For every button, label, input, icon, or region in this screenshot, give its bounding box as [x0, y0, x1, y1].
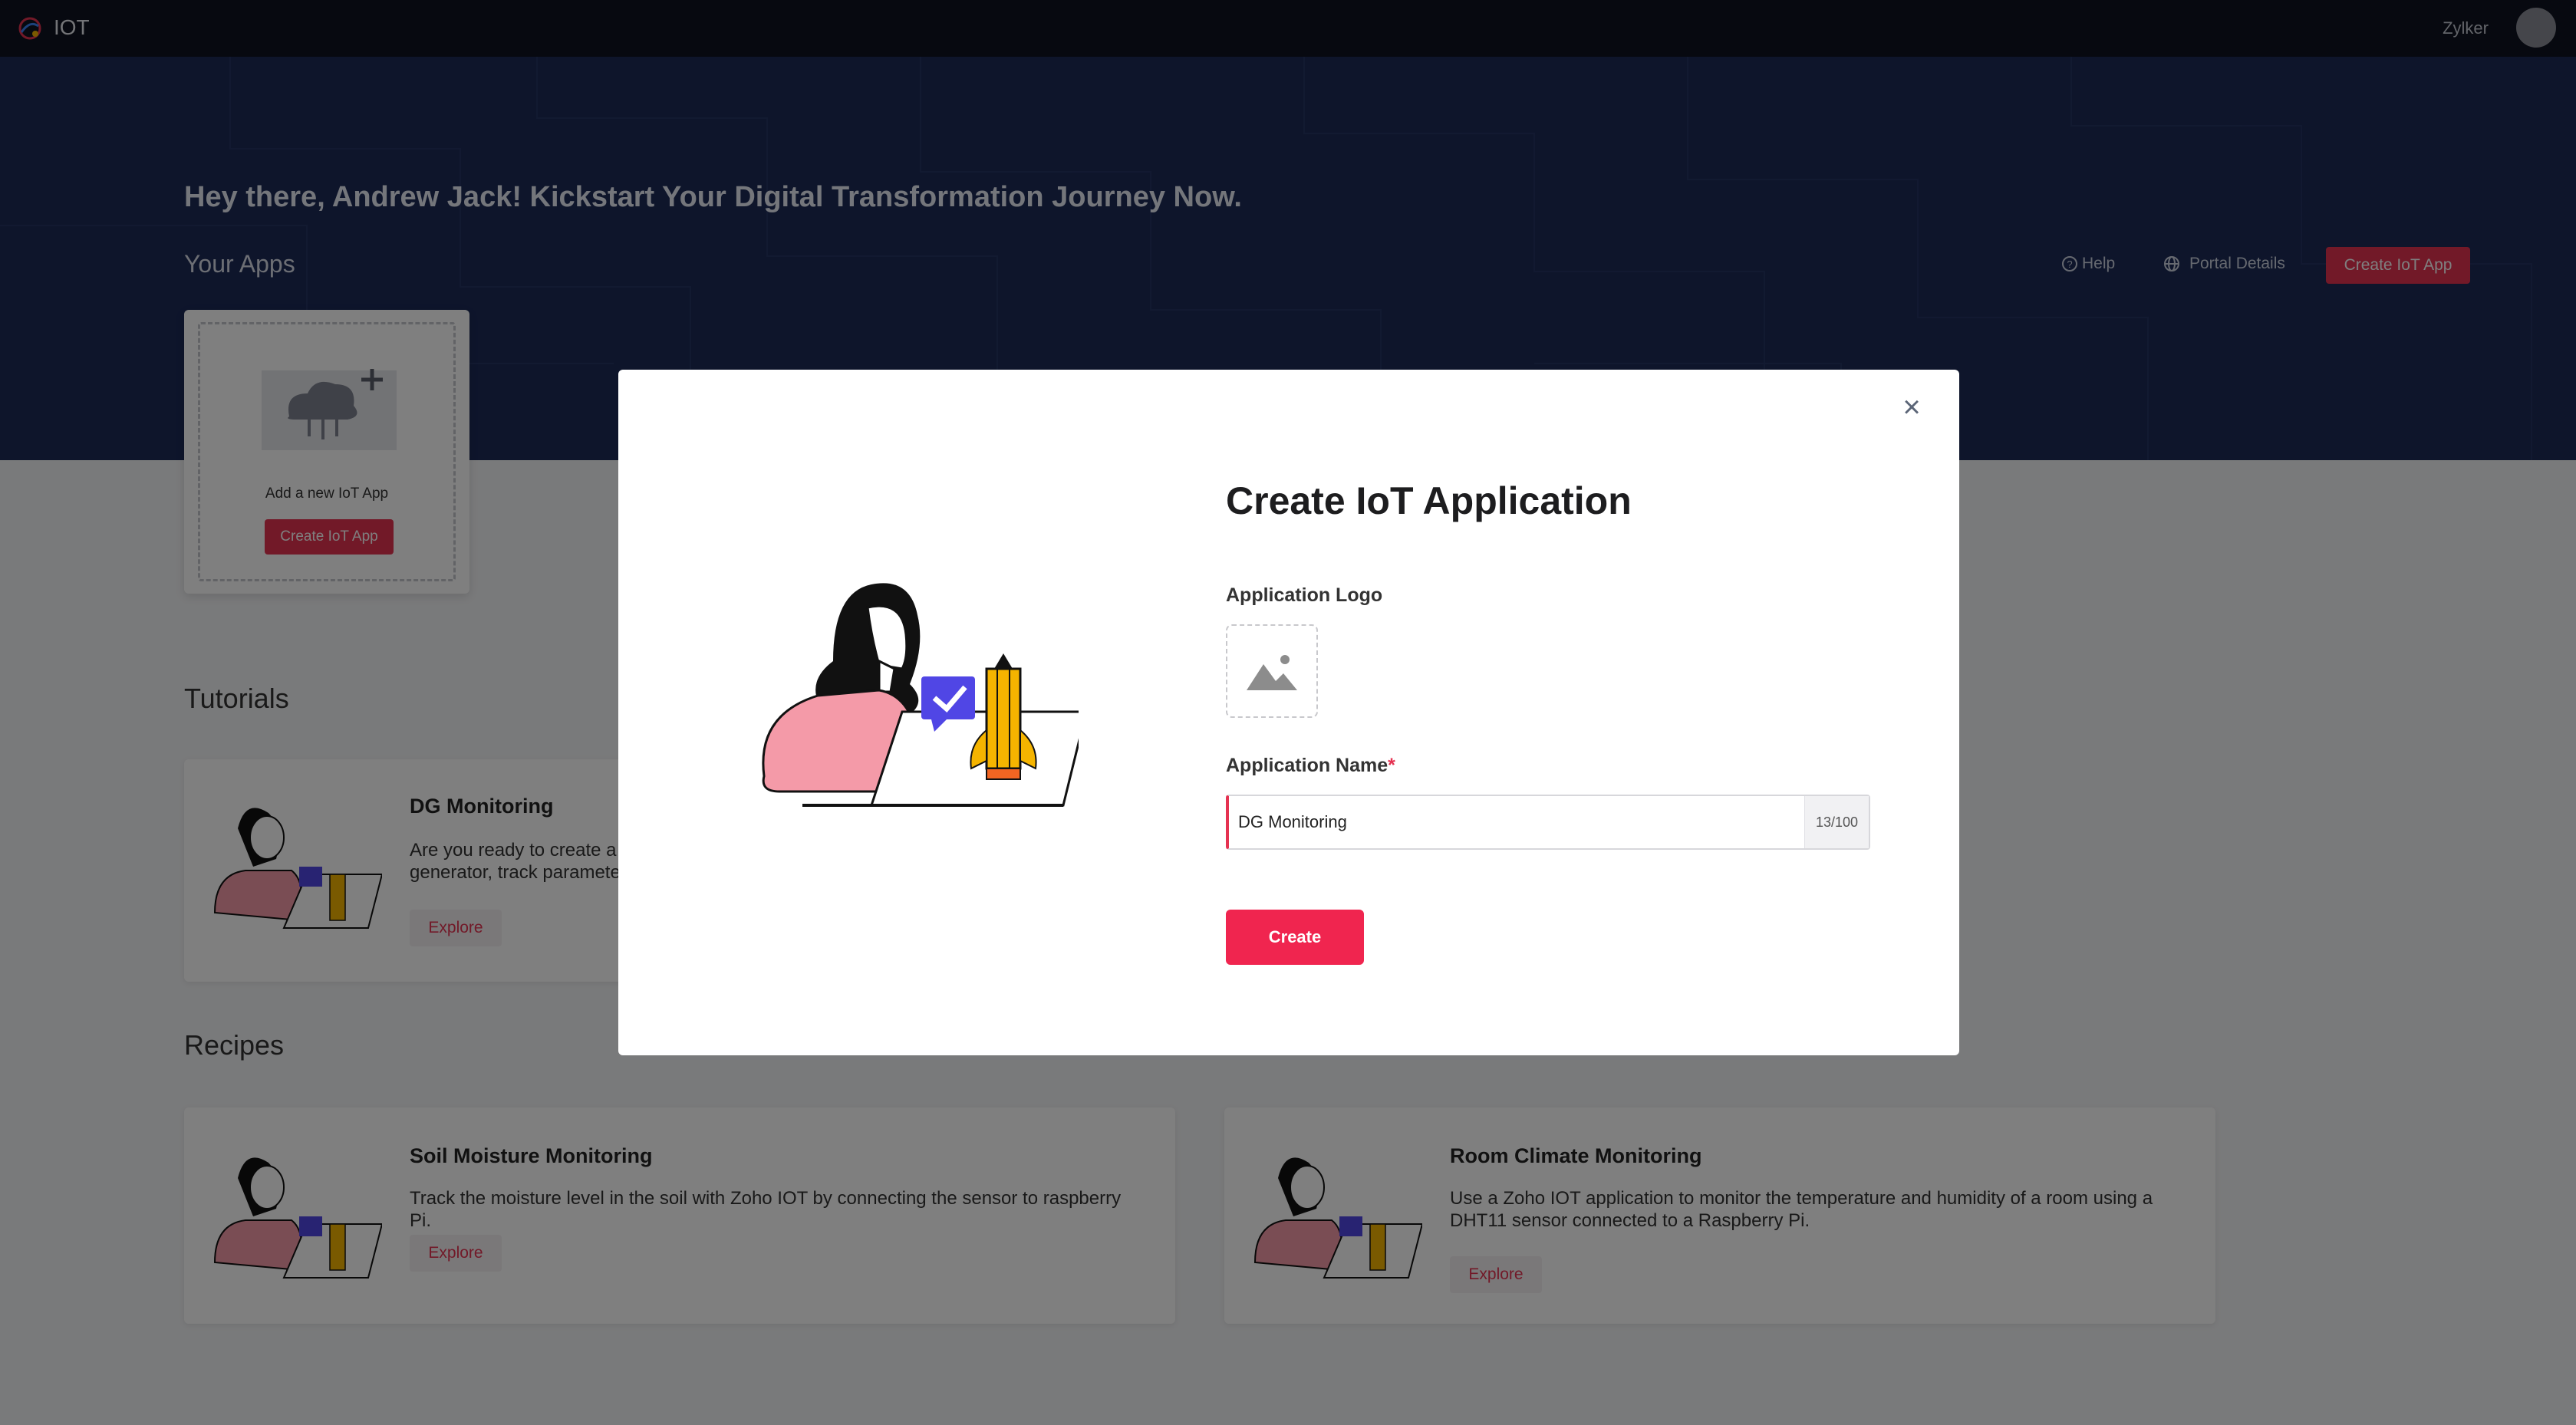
required-asterisk: *	[1388, 755, 1395, 776]
application-logo-label: Application Logo	[1226, 584, 1383, 606]
create-button[interactable]: Create	[1226, 910, 1364, 965]
create-iot-app-dialog: × Create IoT Application Application Log…	[618, 370, 1959, 1055]
woman-with-laptop-illustration	[762, 583, 1079, 807]
application-logo-upload[interactable]	[1226, 624, 1318, 718]
dialog-title: Create IoT Application	[1226, 479, 1632, 522]
close-icon[interactable]: ×	[1898, 392, 1925, 423]
image-placeholder-icon	[1247, 655, 1297, 690]
application-name-input[interactable]	[1229, 796, 1804, 848]
character-counter: 13/100	[1804, 796, 1869, 848]
application-name-label: Application Name*	[1226, 755, 1395, 777]
application-name-field: 13/100	[1226, 795, 1870, 850]
application-name-label-text: Application Name	[1226, 755, 1388, 776]
